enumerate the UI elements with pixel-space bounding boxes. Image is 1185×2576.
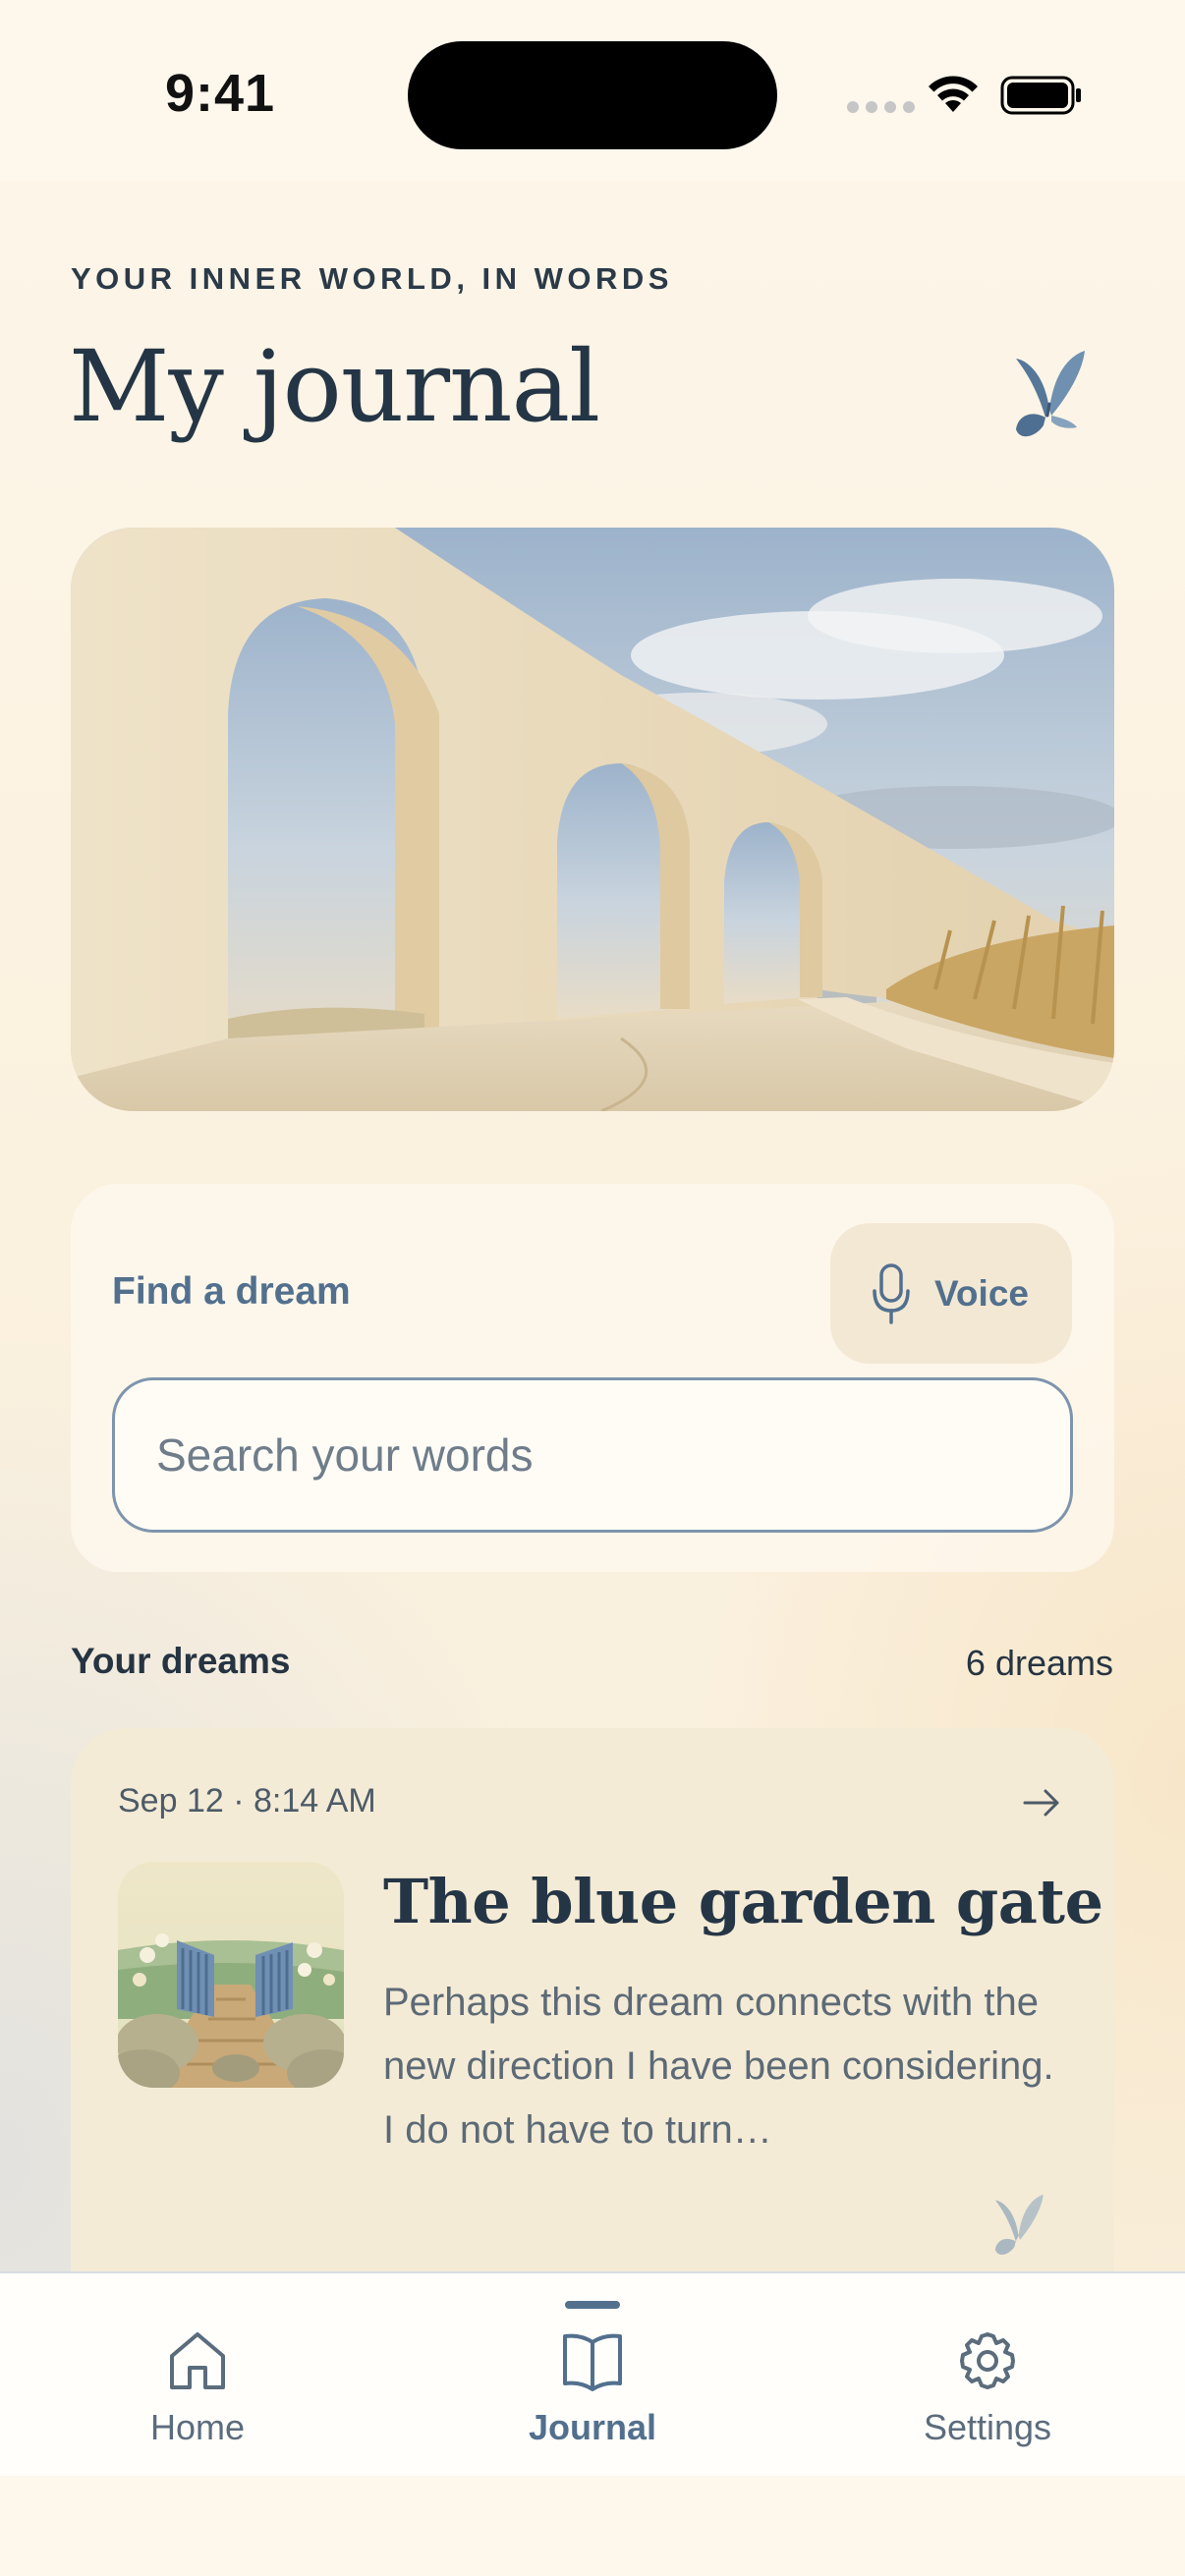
tab-journal[interactable]: Journal bbox=[395, 2273, 790, 2476]
tab-label: Home bbox=[149, 2407, 246, 2447]
active-tab-indicator bbox=[565, 2301, 620, 2309]
butterfly-icon[interactable] bbox=[1012, 349, 1091, 443]
dream-date: Sep 12 · 8:14 AM bbox=[118, 1782, 376, 1820]
battery-icon bbox=[1000, 76, 1081, 115]
status-bar: 9:41 bbox=[0, 0, 1185, 182]
cellular-signal-icon bbox=[847, 101, 915, 113]
gear-icon bbox=[960, 2332, 1015, 2389]
search-card: Find a dream Voice bbox=[71, 1184, 1114, 1572]
tab-settings[interactable]: Settings bbox=[790, 2273, 1185, 2476]
wifi-icon bbox=[929, 76, 978, 112]
home-indicator-area bbox=[0, 2476, 1185, 2576]
status-time: 9:41 bbox=[165, 64, 276, 123]
tab-label: Journal bbox=[528, 2407, 657, 2447]
voice-button-label: Voice bbox=[934, 1272, 1029, 1314]
microphone-icon bbox=[873, 1262, 910, 1324]
dynamic-island bbox=[408, 41, 777, 149]
dream-title: The blue garden gate bbox=[383, 1866, 1103, 1937]
tab-label: Settings bbox=[923, 2407, 1052, 2447]
home-icon bbox=[170, 2332, 225, 2389]
tab-home[interactable]: Home bbox=[0, 2273, 395, 2476]
voice-search-button[interactable]: Voice bbox=[830, 1223, 1072, 1364]
butterfly-icon bbox=[994, 2194, 1044, 2255]
page-eyebrow: YOUR INNER WORLD, IN WORDS bbox=[71, 261, 673, 296]
hero-image bbox=[71, 528, 1114, 1111]
page-title: My journal bbox=[69, 329, 600, 444]
search-label: Find a dream bbox=[112, 1270, 351, 1313]
dream-thumbnail bbox=[118, 1862, 344, 2088]
section-title: Your dreams bbox=[71, 1641, 291, 1681]
book-icon bbox=[563, 2333, 622, 2391]
dream-excerpt: Perhaps this dream connects with the new… bbox=[383, 1981, 1054, 2152]
arrow-right-icon[interactable] bbox=[1022, 1787, 1061, 1819]
dream-count: 6 dreams bbox=[965, 1643, 1113, 1683]
search-input[interactable] bbox=[112, 1377, 1073, 1533]
tab-bar: Home Journal Settings bbox=[0, 2271, 1185, 2476]
